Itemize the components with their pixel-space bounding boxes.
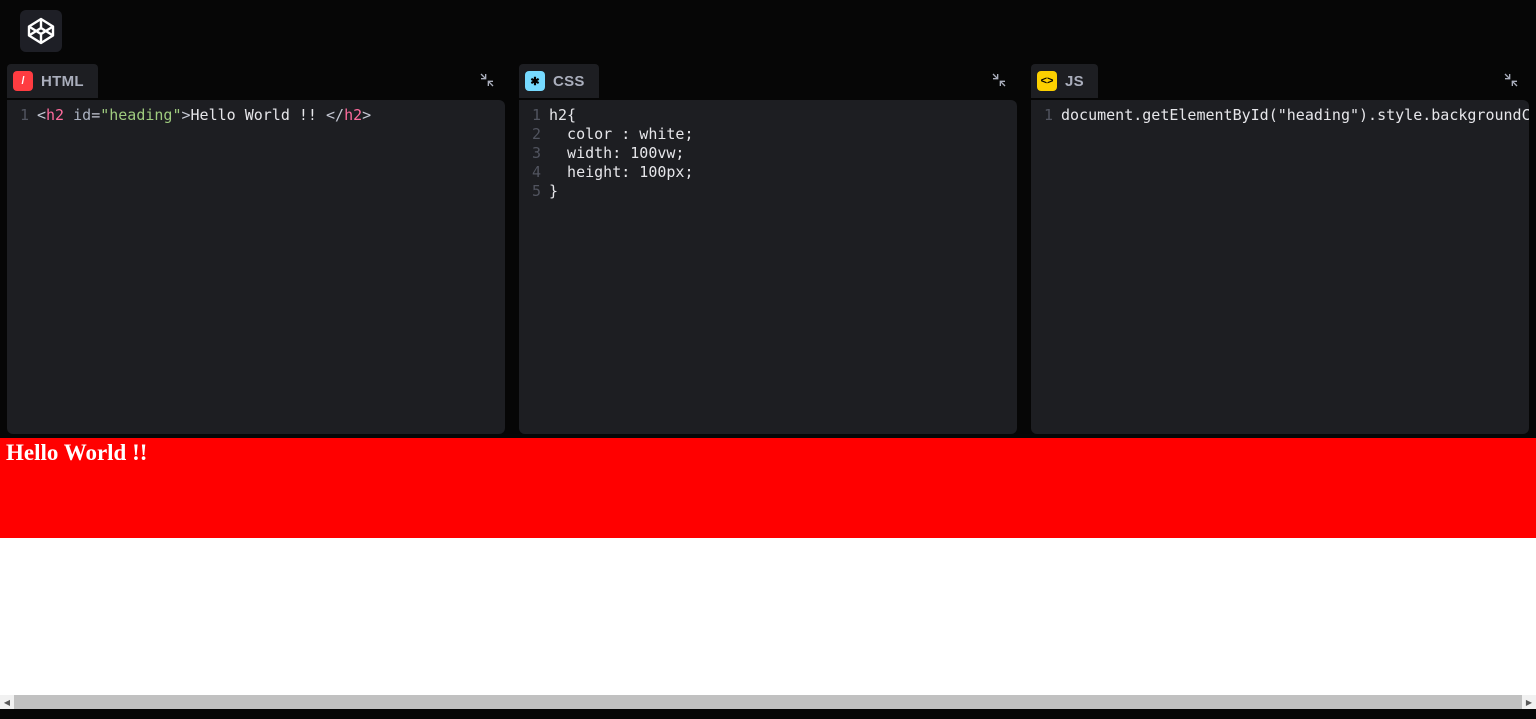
panel-header-html: / HTML xyxy=(7,62,505,100)
panel-header-js: <> JS xyxy=(1031,62,1529,100)
editor-js[interactable]: 1document.getElementById("heading").styl… xyxy=(1031,100,1529,434)
scroll-thumb[interactable] xyxy=(14,695,1522,709)
tab-label-css: CSS xyxy=(553,73,585,90)
editor-html[interactable]: 1<h2 id="heading">Hello World !! </h2> xyxy=(7,100,505,434)
js-icon: <> xyxy=(1037,71,1057,91)
tab-html[interactable]: / HTML xyxy=(7,64,98,98)
code-content[interactable]: color : white; xyxy=(549,125,1017,144)
code-line[interactable]: 1h2{ xyxy=(519,106,1017,125)
css-icon: ✱ xyxy=(525,71,545,91)
shrink-icon xyxy=(479,72,495,88)
tab-css[interactable]: ✱ CSS xyxy=(519,64,599,98)
code-content[interactable]: width: 100vw; xyxy=(549,144,1017,163)
editor-panels: / HTML 1<h2 id="heading">Hello World !! … xyxy=(0,62,1536,434)
scroll-left-arrow-icon[interactable]: ◀ xyxy=(0,695,14,709)
tab-js[interactable]: <> JS xyxy=(1031,64,1098,98)
shrink-icon xyxy=(991,72,1007,88)
code-content[interactable]: document.getElementById("heading").style… xyxy=(1061,106,1529,125)
line-number: 5 xyxy=(519,182,549,201)
collapse-icon-css[interactable] xyxy=(987,68,1011,92)
code-line[interactable]: 1<h2 id="heading">Hello World !! </h2> xyxy=(7,106,505,125)
scroll-right-arrow-icon[interactable]: ▶ xyxy=(1522,695,1536,709)
line-number: 2 xyxy=(519,125,549,144)
code-line[interactable]: 5} xyxy=(519,182,1017,201)
output-preview: Hello World !! ◀ ▶ xyxy=(0,438,1536,709)
output-heading: Hello World !! xyxy=(0,438,1536,538)
line-number: 1 xyxy=(7,106,37,125)
editor-css[interactable]: 1h2{2 color : white;3 width: 100vw;4 hei… xyxy=(519,100,1017,434)
code-content[interactable]: } xyxy=(549,182,1017,201)
code-line[interactable]: 4 height: 100px; xyxy=(519,163,1017,182)
panel-header-css: ✱ CSS xyxy=(519,62,1017,100)
line-number: 4 xyxy=(519,163,549,182)
topbar xyxy=(0,0,1536,62)
html-icon: / xyxy=(13,71,33,91)
tab-label-html: HTML xyxy=(41,73,84,90)
code-line[interactable]: 3 width: 100vw; xyxy=(519,144,1017,163)
codepen-logo[interactable] xyxy=(20,10,62,52)
codepen-logo-icon xyxy=(26,16,56,46)
panel-html: / HTML 1<h2 id="heading">Hello World !! … xyxy=(7,62,505,434)
line-number: 3 xyxy=(519,144,549,163)
output-horizontal-scrollbar[interactable]: ◀ ▶ xyxy=(0,695,1536,709)
tab-label-js: JS xyxy=(1065,73,1084,90)
collapse-icon-js[interactable] xyxy=(1499,68,1523,92)
panel-css: ✱ CSS 1h2{2 color : white;3 width: 100vw… xyxy=(519,62,1017,434)
line-number: 1 xyxy=(519,106,549,125)
collapse-icon-html[interactable] xyxy=(475,68,499,92)
code-line[interactable]: 2 color : white; xyxy=(519,125,1017,144)
code-content[interactable]: height: 100px; xyxy=(549,163,1017,182)
code-content[interactable]: <h2 id="heading">Hello World !! </h2> xyxy=(37,106,505,125)
line-number: 1 xyxy=(1031,106,1061,125)
shrink-icon xyxy=(1503,72,1519,88)
code-line[interactable]: 1document.getElementById("heading").styl… xyxy=(1031,106,1529,125)
code-content[interactable]: h2{ xyxy=(549,106,1017,125)
panel-js: <> JS 1document.getElementById("heading"… xyxy=(1031,62,1529,434)
